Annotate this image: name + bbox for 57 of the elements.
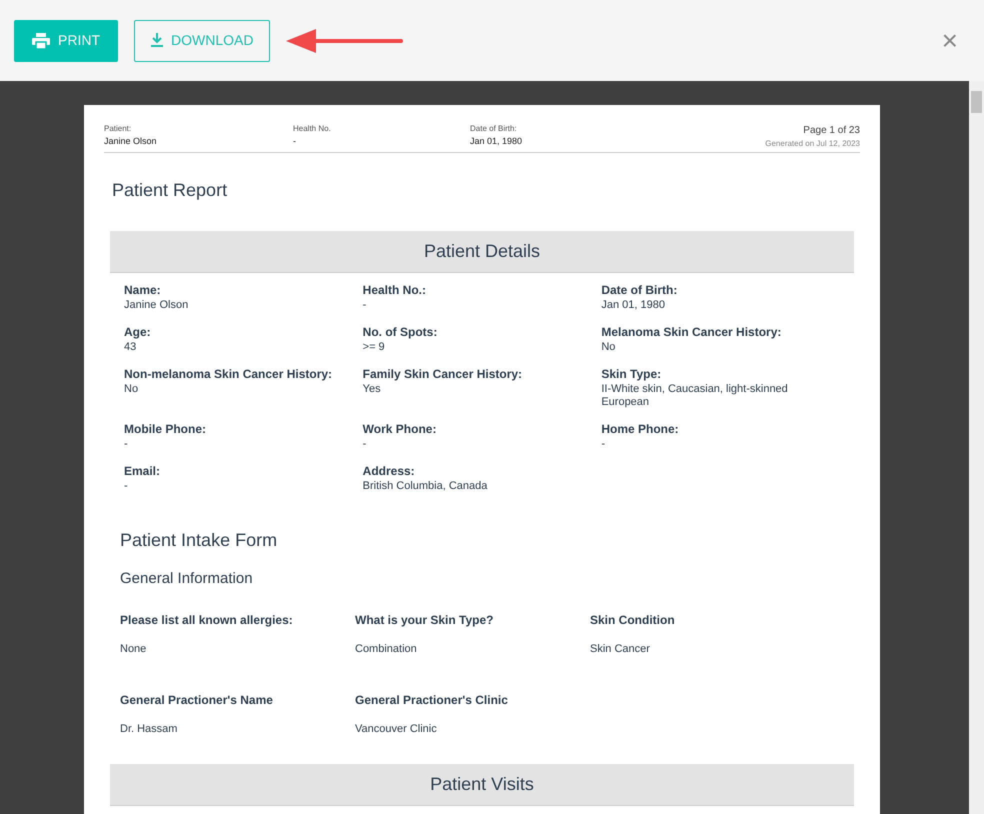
field-label: Address:: [362, 463, 416, 480]
field-label: Family Skin Cancer History:: [362, 366, 524, 383]
field-label: Health No.:: [362, 282, 427, 299]
field-label: Non-melanoma Skin Cancer History:: [124, 366, 334, 383]
field-value: No: [601, 341, 616, 354]
field-value: Jan 01, 1980: [470, 135, 524, 148]
field-value: 43: [124, 341, 138, 354]
download-icon: [151, 33, 163, 48]
field-label: Mobile Phone:: [124, 421, 207, 438]
section-title: Patient Intake Form: [120, 529, 278, 552]
field-value: -: [362, 438, 368, 451]
field-value: Janine Olson: [104, 135, 158, 148]
field-value: -: [362, 299, 368, 312]
field-label: Name:: [124, 282, 162, 299]
field-value: Jan 01, 1980: [601, 299, 666, 312]
answer-text: Skin Cancer: [590, 642, 651, 656]
field-value: -: [293, 135, 297, 148]
answer-text: Vancouver Clinic: [355, 722, 438, 737]
field-value: Yes: [362, 383, 382, 396]
field-value: No: [124, 383, 140, 396]
section-header: Patient Details: [110, 231, 854, 273]
question-label: Please list all known allergies:: [120, 612, 294, 628]
page-number: Page 1 of 23: [802, 124, 860, 138]
close-button[interactable]: ×: [936, 26, 964, 56]
scrollbar[interactable]: [969, 81, 984, 814]
download-button[interactable]: DOWNLOAD: [134, 20, 270, 62]
field-value: British Columbia, Canada: [362, 480, 488, 493]
field-label: Home Phone:: [601, 421, 680, 438]
question-label: Skin Condition: [590, 612, 676, 628]
field-value: -: [124, 438, 129, 451]
answer-text: Combination: [355, 642, 418, 656]
field-label: Melanoma Skin Cancer History:: [601, 324, 782, 341]
field-label: Skin Type:: [601, 366, 662, 383]
question-label: General Practioner's Name: [120, 692, 274, 709]
question-label: What is your Skin Type?: [355, 612, 494, 628]
section-header: Patient Visits: [110, 764, 854, 806]
field-value: Janine Olson: [124, 299, 190, 312]
field-label: Email:: [124, 463, 162, 480]
subsection-title: General Information: [120, 569, 254, 589]
field-value: II-White skin, Caucasian, light-skinned European: [601, 383, 789, 409]
field-value: -: [124, 480, 129, 493]
print-button[interactable]: PRINT: [14, 20, 118, 62]
field-value: >= 9: [362, 341, 386, 354]
field-label: Date of Birth:: [470, 123, 518, 135]
answer-text: Dr. Hassam: [120, 722, 178, 737]
field-label: Date of Birth:: [601, 282, 678, 299]
printer-icon: [32, 32, 50, 48]
field-label: Patient:: [104, 123, 132, 135]
field-label: No. of Spots:: [362, 324, 438, 341]
field-value: -: [601, 438, 606, 451]
field-label: Work Phone:: [362, 421, 438, 438]
field-label: Health No.: [293, 123, 332, 135]
answer-text: None: [120, 642, 148, 656]
report-title: Patient Report: [112, 179, 228, 202]
question-label: General Practioner's Clinic: [355, 692, 509, 709]
generated-date: Generated on Jul 12, 2023: [764, 138, 860, 150]
field-label: Age:: [124, 324, 152, 341]
